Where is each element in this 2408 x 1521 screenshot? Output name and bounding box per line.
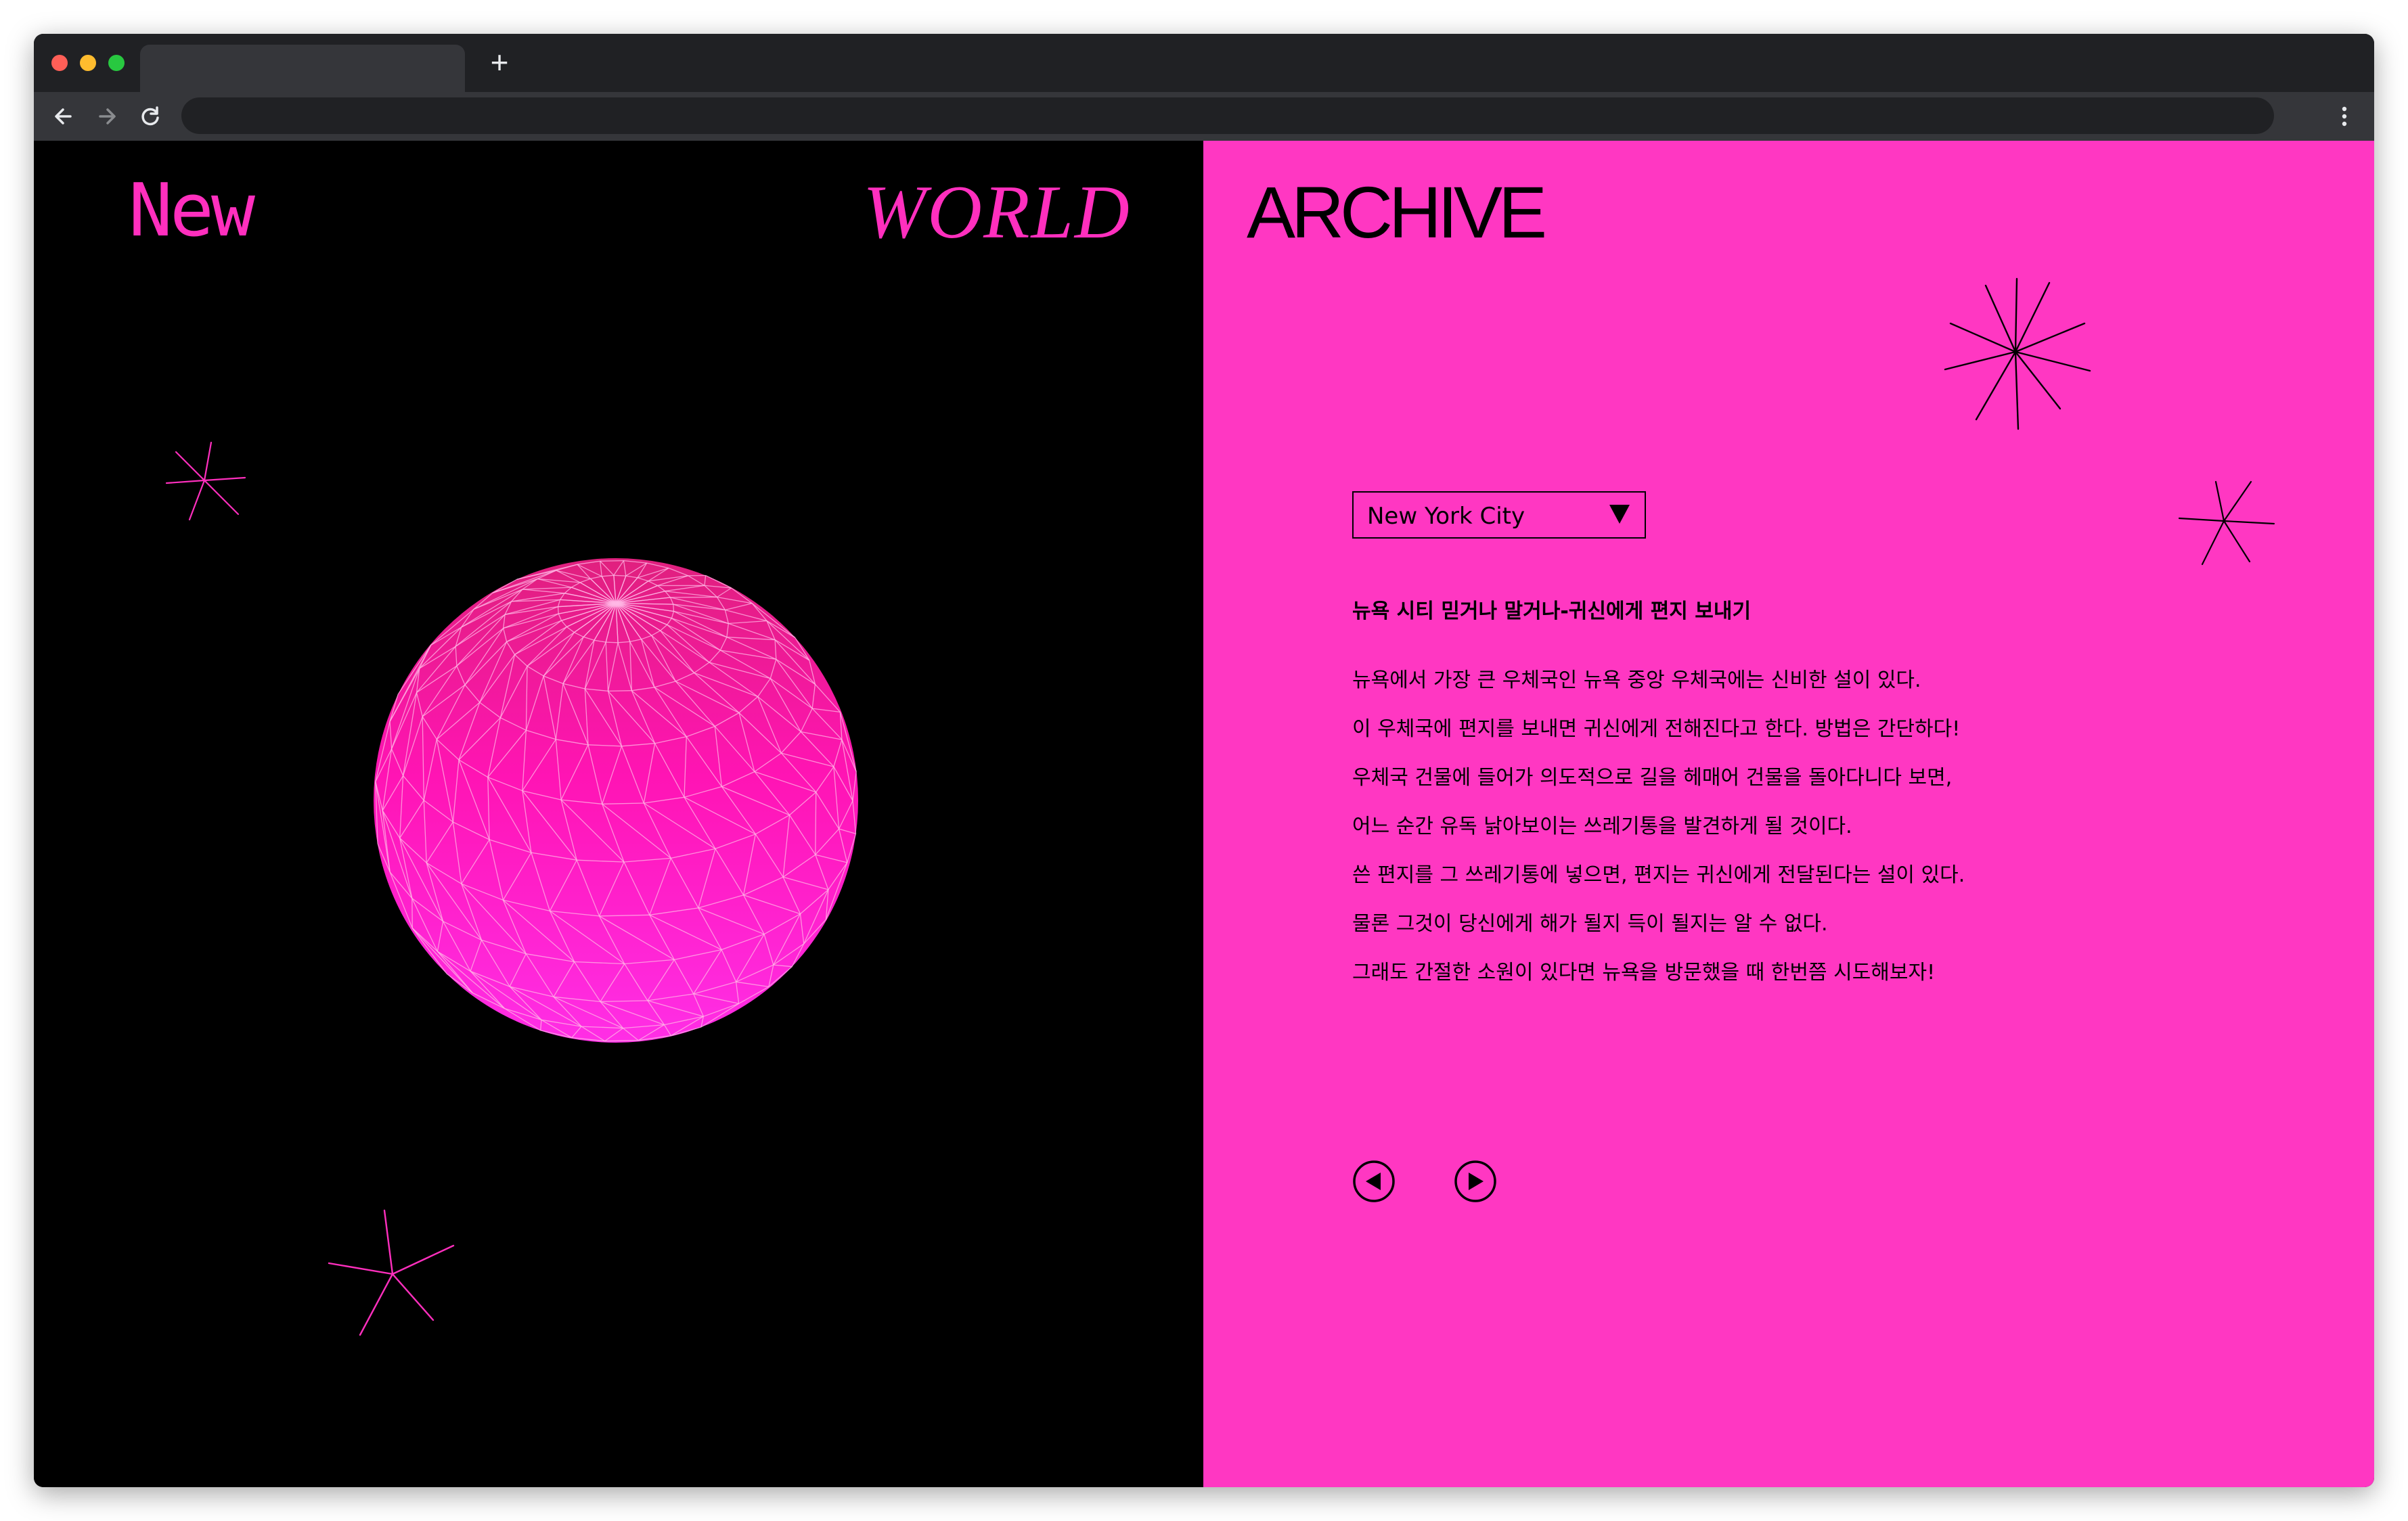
browser-window: + New WORLD ARCHIVE New York City 뉴욕 시티 … (34, 34, 2374, 1487)
content-panel: ARCHIVE New York City 뉴욕 시티 믿거나 말거나-귀신에게… (1203, 141, 2374, 1487)
sparkle-icon (1944, 277, 2091, 430)
forward-button[interactable] (89, 99, 125, 134)
globe-wire-edge (613, 574, 626, 576)
globe-sphere[interactable] (365, 550, 866, 1051)
back-arrow-icon (55, 108, 72, 124)
maximize-window-button[interactable] (108, 55, 125, 71)
globe-panel: New WORLD (34, 141, 1203, 1487)
play-right-icon (1454, 1160, 1496, 1202)
reload-icon (141, 106, 159, 126)
browser-tab[interactable] (140, 45, 465, 92)
globe-body (374, 558, 858, 1043)
city-dropdown[interactable]: New York City (1352, 491, 1646, 539)
story-line: 물론 그것이 당신에게 해가 될지 득이 될지는 알 수 없다. (1352, 912, 1828, 936)
globe-wire-edge (411, 898, 413, 928)
story-line: 어느 순간 유독 낡아보이는 쓰레기통을 발견하게 될 것이다. (1352, 815, 1852, 838)
browser-toolbar (34, 92, 2374, 141)
sparkle-icon (2178, 480, 2275, 566)
globe-wire-edge (606, 641, 619, 643)
story-line: 이 우체국에 편지를 보내면 귀신에게 전해진다고 한다. 방법은 간단하다! (1352, 717, 1961, 741)
story-line: 쓴 편지를 그 쓰레기통에 넣으면, 편지는 귀신에게 전달된다는 설이 있다. (1352, 863, 1965, 887)
dropdown-triangle-icon (1609, 505, 1630, 524)
sparkle-icon (165, 441, 246, 521)
globe-wire-edge (673, 604, 675, 612)
tab-bar: + (34, 34, 2374, 92)
globe-wire-edge (557, 606, 559, 614)
story-title: 뉴욕 시티 믿거나 말거나-귀신에게 편지 보내기 (1352, 599, 1752, 623)
next-button[interactable] (1454, 1160, 1497, 1203)
brand-new: New (129, 168, 255, 253)
address-bar[interactable] (181, 97, 2274, 134)
play-left-icon (1353, 1160, 1395, 1202)
sparkle-icon (328, 1209, 455, 1336)
browser-menu-button[interactable] (2327, 99, 2362, 134)
brand-world: WORLD (863, 171, 1131, 254)
forward-arrow-icon (99, 108, 116, 124)
reload-button[interactable] (133, 99, 168, 134)
back-button[interactable] (46, 99, 81, 134)
new-tab-button[interactable]: + (481, 43, 518, 81)
minimize-window-button[interactable] (80, 55, 96, 71)
web-page: New WORLD ARCHIVE New York City 뉴욕 시티 믿거… (34, 141, 2374, 1487)
close-window-button[interactable] (51, 55, 68, 71)
story-line: 우체국 건물에 들어가 의도적으로 길을 헤매어 건물을 돌아다니다 보면, (1352, 766, 1953, 790)
city-dropdown-value: New York City (1367, 503, 1525, 530)
previous-button[interactable] (1352, 1160, 1396, 1203)
brand-archive: ARCHIVE (1247, 171, 1547, 253)
story-line: 그래도 간절한 소원이 있다면 뉴욕을 방문했을 때 한번쯤 시도해보자! (1352, 961, 1936, 984)
more-vert-icon (2342, 106, 2347, 127)
globe-wire-edge (600, 560, 624, 562)
globe-wire-edge (670, 596, 717, 598)
story-line: 뉴욕에서 가장 큰 우체국인 뉴욕 중앙 우체국에는 신비한 설이 있다. (1352, 668, 1921, 692)
